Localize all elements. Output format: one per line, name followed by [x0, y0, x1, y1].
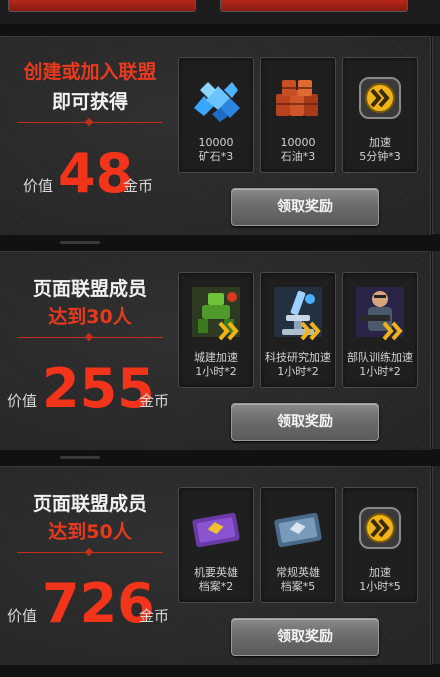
top-fragment: [0, 0, 440, 24]
reward-item: 加速 5分钟*3: [342, 57, 418, 173]
title-divider: [17, 552, 163, 553]
item-label-line2: 1小时*5: [359, 580, 401, 593]
reward-panel-1: 创建或加入联盟 即可获得 价值 48 金币 10000 矿石*3 10000 石…: [0, 36, 431, 236]
speedup-arrow-badge-icon: [359, 77, 401, 119]
item-label-line1: 科技研究加速: [265, 351, 331, 364]
item-label-line2: 5分钟*3: [359, 150, 401, 163]
item-label-line1: 城建加速: [194, 351, 238, 364]
blue-hero-file-icon: [274, 512, 322, 548]
value-unit: 金币: [139, 607, 170, 625]
claim-reward-button[interactable]: 领取奖励: [231, 188, 379, 226]
reward-item: 常规英雄 档案*5: [260, 487, 336, 603]
reward-item: 部队训练加速 1小时*2: [342, 272, 418, 388]
item-label-line2: 石油*3: [280, 150, 316, 163]
section-gap: [0, 24, 440, 36]
value-label: 价值: [7, 392, 38, 410]
item-label-line2: 档案*5: [280, 580, 316, 593]
scroll-edge: [432, 466, 440, 664]
panel-subtitle: 达到30人: [48, 306, 132, 328]
value-unit: 金币: [139, 392, 170, 410]
item-label-line2: 档案*2: [198, 580, 234, 593]
item-label-line1: 机要英雄: [194, 566, 238, 579]
panel-title: 页面联盟成员: [32, 278, 147, 300]
item-label-line1: 10000: [198, 136, 234, 149]
panel-subtitle: 达到50人: [48, 521, 132, 543]
item-label-line1: 部队训练加速: [347, 351, 413, 364]
top-red-button-left[interactable]: [8, 0, 196, 12]
soldier-training-speedup-icon: [356, 287, 404, 341]
value-label: 价值: [23, 177, 54, 195]
oil-barrels-icon: [276, 80, 318, 116]
item-label-line1: 加速: [369, 136, 391, 149]
section-gap: [0, 665, 440, 677]
panel-title: 创建或加入联盟: [23, 61, 157, 83]
title-divider: [17, 122, 163, 123]
claim-reward-button[interactable]: 领取奖励: [231, 618, 379, 656]
value-number: 48: [58, 142, 134, 205]
research-microscope-speedup-icon: [274, 287, 322, 341]
item-label-line1: 加速: [369, 566, 391, 579]
item-label-line2: 1小时*2: [277, 365, 319, 378]
item-label-line2: 1小时*2: [359, 365, 401, 378]
reward-item: 10000 石油*3: [260, 57, 336, 173]
reward-panel-2: 页面联盟成员 达到30人 价值 255 金币 城建加速 1小时*2 科技研究加速…: [0, 251, 431, 451]
gap-decoration: [60, 456, 100, 459]
reward-item: 城建加速 1小时*2: [178, 272, 254, 388]
value-number: 255: [42, 357, 155, 420]
value-label: 价值: [7, 607, 38, 625]
blue-crystal-ore-icon: [194, 82, 240, 122]
item-label-line1: 10000: [280, 136, 316, 149]
reward-item: 机要英雄 档案*2: [178, 487, 254, 603]
construction-robot-speedup-icon: [192, 287, 240, 341]
section-gap: [0, 235, 440, 251]
speedup-arrow-badge-icon: [359, 507, 401, 549]
item-label-line2: 矿石*3: [198, 150, 234, 163]
scroll-edge: [432, 251, 440, 449]
section-gap: [0, 450, 440, 466]
panel-title: 页面联盟成员: [32, 493, 147, 515]
reward-panel-3: 页面联盟成员 达到50人 价值 726 金币 机要英雄 档案*2 常规英雄 档案…: [0, 466, 431, 666]
value-number: 726: [42, 572, 155, 635]
reward-item: 科技研究加速 1小时*2: [260, 272, 336, 388]
value-unit: 金币: [123, 177, 154, 195]
top-red-button-right[interactable]: [220, 0, 408, 12]
title-divider: [17, 337, 163, 338]
claim-reward-button[interactable]: 领取奖励: [231, 403, 379, 441]
reward-item: 加速 1小时*5: [342, 487, 418, 603]
reward-item: 10000 矿石*3: [178, 57, 254, 173]
panel-subtitle: 即可获得: [51, 91, 128, 113]
gap-decoration: [60, 241, 100, 244]
item-label-line2: 1小时*2: [195, 365, 237, 378]
purple-hero-file-icon: [192, 512, 240, 548]
item-label-line1: 常规英雄: [276, 566, 320, 579]
scroll-edge: [432, 36, 440, 234]
